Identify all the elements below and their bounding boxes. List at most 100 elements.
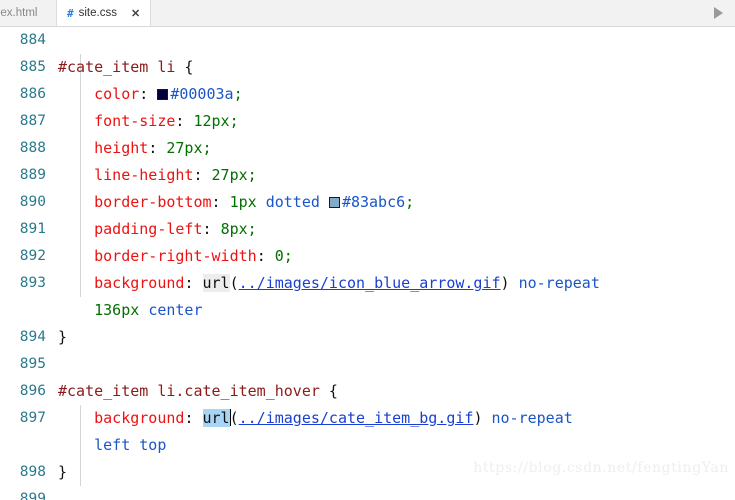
token-paren-open: ( — [229, 274, 239, 292]
line-number: 893 — [19, 275, 46, 291]
line-content: height: 27px; — [58, 135, 212, 162]
code-line[interactable]: 896 #cate_item li.cate_item_hover { — [0, 378, 735, 405]
token-semicolon: ; — [229, 112, 239, 130]
token-colon: : — [139, 85, 149, 103]
token-colon: : — [193, 166, 203, 184]
token-value: 8px — [220, 220, 248, 238]
code-line[interactable]: 899 — [0, 486, 735, 500]
css-file-icon: # — [67, 6, 74, 20]
token-semicolon: ; — [283, 247, 293, 265]
token-selector: #cate_item — [58, 382, 149, 400]
line-number: 898 — [19, 464, 46, 480]
run-button[interactable] — [701, 0, 735, 26]
color-swatch[interactable] — [328, 197, 340, 208]
code-line[interactable]: 889 line-height: 27px; — [0, 162, 735, 189]
line-content: #cate_item li { — [58, 54, 193, 81]
token-property: border-bottom — [94, 193, 212, 211]
token-value: 1px — [229, 193, 257, 211]
token-semicolon: ; — [247, 166, 257, 184]
token-property: padding-left — [94, 220, 203, 238]
token-colon: : — [202, 220, 212, 238]
token-value: 0 — [274, 247, 284, 265]
line-number: 894 — [19, 329, 46, 345]
line-number: 887 — [19, 113, 46, 129]
line-number: 895 — [19, 356, 46, 372]
token-property: border-right-width — [94, 247, 257, 265]
line-number: 891 — [19, 221, 46, 237]
editor-tab-bar: dex.html # site.css ✕ — [0, 0, 735, 27]
code-line[interactable]: 888 height: 27px; — [0, 135, 735, 162]
token-color-value: #00003a — [170, 85, 234, 103]
code-line-wrap[interactable]: left top — [0, 432, 735, 459]
color-swatch[interactable] — [157, 89, 169, 100]
token-keyword: no-repeat — [491, 409, 573, 427]
token-colon: : — [148, 139, 158, 157]
code-line[interactable]: 884 — [0, 27, 735, 54]
token-value: 136px — [94, 301, 140, 319]
token-selector: #cate_item — [58, 58, 149, 76]
line-content: font-size: 12px; — [58, 108, 239, 135]
token-value: 27px — [166, 139, 203, 157]
line-content: padding-left: 8px; — [58, 216, 257, 243]
token-paren-close: ) — [500, 274, 510, 292]
close-icon[interactable]: ✕ — [131, 7, 140, 20]
token-selector-tag: li — [148, 58, 176, 76]
code-line[interactable]: 895 — [0, 351, 735, 378]
line-number: 897 — [19, 410, 46, 426]
token-brace-close: } — [58, 463, 68, 481]
code-line[interactable]: 887 font-size: 12px; — [0, 108, 735, 135]
line-number: 886 — [19, 86, 46, 102]
token-keyword: left — [94, 436, 131, 454]
token-colon: : — [211, 193, 221, 211]
token-semicolon: ; — [405, 193, 415, 211]
tab-site-css-label: site.css — [78, 7, 117, 19]
token-selector-tag: li.cate_item_hover — [148, 382, 320, 400]
play-icon — [713, 7, 723, 19]
token-paren-close: ) — [473, 409, 483, 427]
line-content: } — [58, 324, 67, 351]
token-property: background — [94, 274, 185, 292]
token-brace-open: { — [175, 58, 194, 76]
line-content: line-height: 27px; — [58, 162, 257, 189]
tab-index-html[interactable]: dex.html — [0, 0, 56, 26]
tab-bar-spacer — [151, 0, 701, 26]
tab-site-css[interactable]: # site.css ✕ — [56, 0, 152, 26]
token-property: font-size — [94, 112, 176, 130]
line-number: 884 — [19, 32, 46, 48]
token-colon: : — [184, 409, 194, 427]
code-line[interactable]: 894 } — [0, 324, 735, 351]
token-keyword: no-repeat — [518, 274, 600, 292]
token-brace-open: { — [319, 382, 338, 400]
token-colon: : — [184, 274, 194, 292]
token-value: 27px — [211, 166, 248, 184]
token-image-path[interactable]: ../images/icon_blue_arrow.gif — [239, 274, 501, 292]
line-content: 136px center — [58, 297, 203, 324]
token-keyword: center — [148, 301, 203, 319]
code-line-wrap[interactable]: 136px center — [0, 297, 735, 324]
code-line[interactable]: 885 #cate_item li { — [0, 54, 735, 81]
line-number: 892 — [19, 248, 46, 264]
token-url-function-selected: url — [202, 409, 230, 427]
line-content: background: url(../images/icon_blue_arro… — [58, 270, 600, 297]
line-number: 885 — [19, 59, 46, 75]
code-line[interactable]: 897 background: url(../images/cate_item_… — [0, 405, 735, 432]
token-color-value: #83abc6 — [341, 193, 406, 211]
line-content: } — [58, 459, 67, 486]
code-line[interactable]: 890 border-bottom: 1px dotted #83abc6; — [0, 189, 735, 216]
code-line[interactable]: 891 padding-left: 8px; — [0, 216, 735, 243]
line-content: background: url(../images/cate_item_bg.g… — [58, 405, 573, 432]
line-number: 899 — [19, 491, 46, 500]
code-editor[interactable]: 884 885 #cate_item li { 886 color: #0000… — [0, 27, 735, 500]
code-line[interactable]: 892 border-right-width: 0; — [0, 243, 735, 270]
token-semicolon: ; — [247, 220, 257, 238]
watermark: https://blog.csdn.net/fengtingYan — [473, 460, 729, 476]
token-semicolon: ; — [233, 85, 243, 103]
token-url-function: url — [202, 274, 230, 292]
code-line[interactable]: 886 color: #00003a; — [0, 81, 735, 108]
token-property: background — [94, 409, 185, 427]
token-image-path[interactable]: ../images/cate_item_bg.gif — [239, 409, 474, 427]
line-content: border-right-width: 0; — [58, 243, 293, 270]
line-number: 888 — [19, 140, 46, 156]
token-semicolon: ; — [202, 139, 212, 157]
code-line[interactable]: 893 background: url(../images/icon_blue_… — [0, 270, 735, 297]
